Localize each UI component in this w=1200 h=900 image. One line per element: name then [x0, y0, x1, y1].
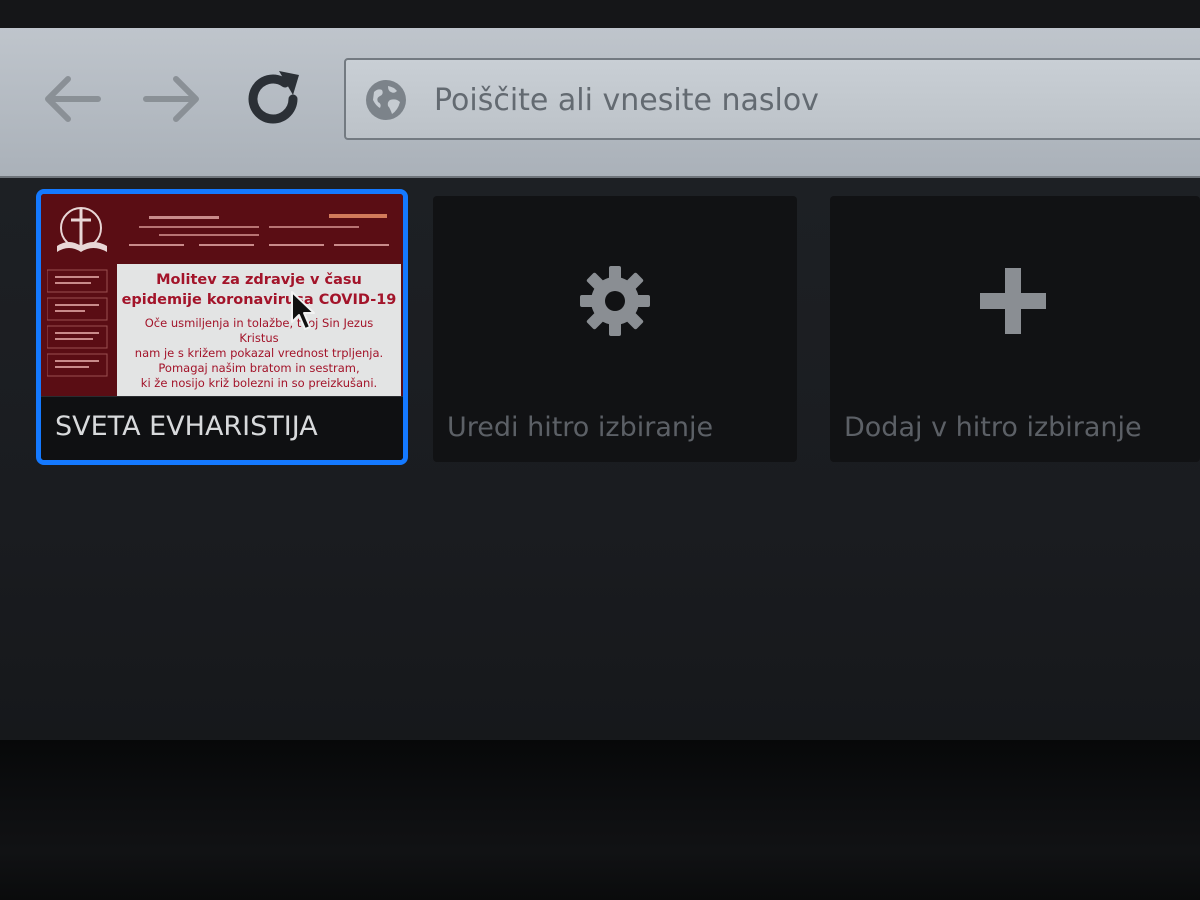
screen-bottom-bezel	[0, 740, 1200, 900]
arrow-left-icon	[45, 76, 101, 122]
edit-speed-dial-tile[interactable]: Uredi hitro izbiranje	[433, 196, 797, 462]
site-thumbnail: Molitev za zdravje v času epidemije koro…	[41, 194, 403, 396]
url-input[interactable]	[432, 74, 1196, 126]
browser-toolbar	[0, 28, 1200, 178]
url-bar[interactable]	[344, 58, 1200, 140]
add-speed-dial-tile[interactable]: Dodaj v hitro izbiranje	[830, 196, 1200, 462]
speed-dial-area: Molitev za zdravje v času epidemije koro…	[0, 178, 1200, 740]
prayer-text-line-3: nam je s križem pokazal vrednost trpljen…	[134, 346, 384, 360]
tv-screen: Molitev za zdravje v času epidemije koro…	[0, 0, 1200, 900]
site-sidebar-decoration	[47, 269, 108, 377]
tile-label: Dodaj v hitro izbiranje	[844, 412, 1142, 443]
forward-button[interactable]	[138, 64, 208, 134]
arrow-right-icon	[143, 76, 199, 122]
prayer-text: Oče usmiljenja in tolažbe, tvoj Sin Jezu…	[117, 316, 401, 391]
prayer-panel: Molitev za zdravje v času epidemije koro…	[117, 264, 401, 396]
tile-label: Uredi hitro izbiranje	[447, 412, 714, 443]
site-logo-icon	[57, 207, 107, 252]
reload-icon	[248, 71, 299, 124]
prayer-text-line-2: Kristus	[239, 331, 279, 345]
gear-icon	[580, 266, 650, 336]
screen-top-edge	[0, 0, 1200, 28]
globe-icon	[366, 80, 406, 120]
tile-label-bar: SVETA EVHARISTIJA	[41, 396, 403, 460]
back-button[interactable]	[36, 64, 106, 134]
tile-label: SVETA EVHARISTIJA	[55, 411, 318, 442]
speed-dial-tile-sveta-evharistija[interactable]: Molitev za zdravje v času epidemije koro…	[36, 189, 408, 465]
prayer-title-line-1: Molitev za zdravje v času	[156, 272, 362, 288]
site-header-decoration	[129, 214, 389, 246]
plus-icon	[980, 268, 1046, 334]
prayer-title-line-2: epidemije koronavirusa COVID-19	[121, 292, 397, 308]
prayer-text-line-5: ki že nosijo križ bolezni in so preizkuš…	[140, 376, 378, 390]
prayer-text-line-4: Pomagaj našim bratom in sestram,	[158, 361, 360, 375]
reload-button[interactable]	[238, 64, 308, 134]
prayer-text-line-1: Oče usmiljenja in tolažbe, tvoj Sin Jezu…	[144, 316, 374, 330]
